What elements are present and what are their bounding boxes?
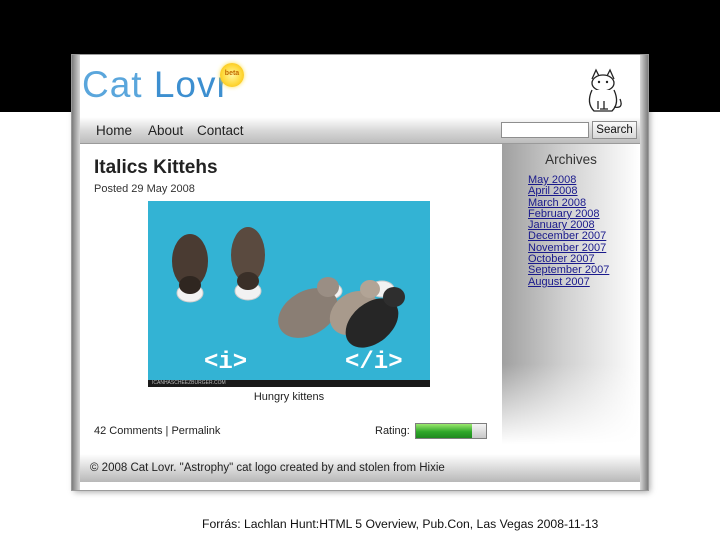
link-separator: | (165, 425, 169, 437)
logo-text-cat: Cat (82, 64, 154, 105)
archives-sidebar: Archives May 2008 April 2008 March 2008 … (502, 144, 640, 444)
beta-badge-icon: beta (220, 63, 244, 87)
beta-badge-label: beta (224, 70, 240, 77)
source-caption: Forrás: Lachlan Hunt:HTML 5 Overview, Pu… (202, 517, 599, 531)
photo-credit-strip: ICANHASCHEEZBURGER.COM (148, 380, 430, 387)
rating-label: Rating: (375, 425, 410, 437)
post-title[interactable]: Italics Kittehs (94, 157, 218, 179)
window-edge-right (640, 55, 648, 490)
sidebar-fade (502, 364, 640, 444)
nav-about-link[interactable]: About (148, 123, 183, 138)
photo-code-open-italic: <i> (204, 349, 248, 376)
window-edge-left (72, 55, 80, 490)
archive-link[interactable]: April 2008 (528, 185, 609, 197)
comments-link[interactable]: 42 Comments (94, 425, 162, 437)
post-footer-links: 42 Comments | Permalink (94, 425, 220, 437)
archives-list: May 2008 April 2008 March 2008 February … (528, 174, 609, 288)
archive-link[interactable]: August 2007 (528, 276, 609, 288)
site-logo[interactable]: Cat Lovr (82, 65, 230, 105)
photo-caption: Hungry kittens (253, 391, 325, 403)
nav-bar: Home About Contact Search (80, 117, 640, 144)
site-footer: © 2008 Cat Lovr. "Astrophy" cat logo cre… (80, 454, 640, 482)
permalink-link[interactable]: Permalink (171, 425, 220, 437)
archive-link[interactable]: September 2007 (528, 265, 609, 277)
rating-meter[interactable] (415, 423, 487, 439)
photo-code-close-italic: </i> (345, 349, 403, 376)
logo-text-lovr: Lovr (153, 64, 230, 105)
footer-copyright: © 2008 Cat Lovr. "Astrophy" cat logo cre… (90, 462, 445, 474)
archives-title: Archives (545, 152, 597, 167)
rating-meter-fill (416, 424, 472, 438)
search-input[interactable] (501, 122, 589, 138)
site-header: Cat Lovr beta (80, 59, 640, 117)
post-date: Posted 29 May 2008 (94, 183, 195, 195)
cat-astrophy-icon (588, 68, 622, 112)
kittens-photo: <i> </i> ICANHASCHEEZBURGER.COM (148, 201, 430, 387)
nav-home-link[interactable]: Home (96, 123, 132, 138)
search-button[interactable]: Search (592, 121, 637, 139)
nav-contact-link[interactable]: Contact (197, 123, 244, 138)
screenshot-window: Cat Lovr beta Home About Contact Search … (72, 55, 648, 490)
photo-credit-text: ICANHASCHEEZBURGER.COM (152, 380, 226, 386)
